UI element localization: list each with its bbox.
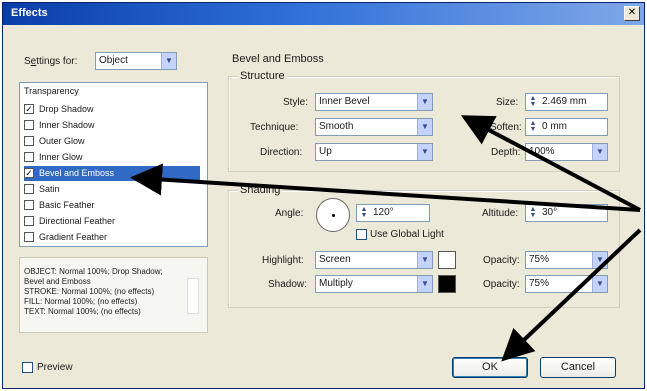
preview-checkbox[interactable] — [22, 362, 33, 373]
summary-line: STROKE: Normal 100%; (no effects) — [24, 287, 155, 296]
soften-field[interactable]: ▲ ▼ 0 mm — [525, 118, 608, 136]
settings-for-dropdown[interactable]: Object ▼ — [95, 52, 177, 70]
list-item[interactable]: Gradient Feather — [24, 230, 200, 245]
summary-line: TEXT: Normal 100%; (no effects) — [24, 307, 141, 316]
chevron-down-icon: ▼ — [161, 53, 176, 69]
technique-label: Technique: — [250, 122, 299, 133]
altitude-label: Altitude: — [482, 208, 519, 219]
close-icon: ✕ — [627, 7, 637, 18]
angle-dial-center — [332, 214, 335, 217]
style-label: Style: — [283, 97, 309, 108]
effect-label: Directional Feather — [39, 216, 116, 226]
effect-checkbox[interactable] — [24, 184, 34, 194]
effect-label: Drop Shadow — [39, 104, 94, 114]
effect-checkbox[interactable] — [24, 120, 34, 130]
effects-summary: OBJECT: Normal 100%; Drop Shadow; Bevel … — [19, 257, 208, 333]
summary-line: FILL: Normal 100%; (no effects) — [24, 297, 138, 306]
altitude-field[interactable]: ▲ ▼ 30° — [525, 204, 608, 222]
effect-checkbox[interactable]: ✓ — [24, 168, 34, 178]
spinner-icon[interactable]: ▲ ▼ — [359, 206, 369, 219]
shadow-color-swatch[interactable] — [438, 275, 456, 293]
effect-checkbox[interactable] — [24, 136, 34, 146]
list-item[interactable]: Inner Shadow — [24, 118, 200, 133]
shadow-label: Shadow: — [268, 279, 307, 290]
highlight-label: Highlight: — [262, 255, 304, 266]
depth-label: Depth: — [491, 147, 521, 158]
angle-dial[interactable] — [316, 198, 350, 232]
use-global-light-checkbox[interactable] — [356, 229, 367, 240]
close-button[interactable]: ✕ — [624, 6, 640, 21]
size-field[interactable]: ▲ ▼ 2.469 mm — [525, 93, 608, 111]
summary-line: Bevel and Emboss — [24, 277, 91, 286]
style-dropdown[interactable]: Inner Bevel ▼ — [315, 93, 433, 111]
use-global-light-label: Use Global Light — [370, 229, 444, 240]
chevron-down-icon: ▼ — [417, 276, 432, 292]
chevron-down-icon: ▼ — [417, 119, 432, 135]
panel-title: Bevel and Emboss — [232, 53, 324, 65]
chevron-down-icon: ▼ — [417, 252, 432, 268]
shading-title: Shading — [238, 184, 283, 196]
size-label: Size: — [496, 97, 519, 108]
list-item[interactable]: Inner Glow — [24, 150, 200, 165]
summary-line: OBJECT: Normal 100%; Drop Shadow; — [24, 267, 163, 276]
chevron-down-icon: ▼ — [592, 276, 607, 292]
spinner-icon[interactable]: ▲ ▼ — [528, 120, 538, 133]
effect-label: Basic Feather — [39, 200, 95, 210]
list-item[interactable]: Basic Feather — [24, 198, 200, 213]
spinner-icon[interactable]: ▲ ▼ — [528, 95, 538, 108]
effect-label: Inner Glow — [39, 152, 83, 162]
effect-checkbox[interactable] — [24, 152, 34, 162]
effect-checkbox[interactable]: ✓ — [24, 104, 34, 114]
preview-label: Preview — [37, 362, 73, 373]
direction-dropdown[interactable]: Up ▼ — [315, 143, 433, 161]
cancel-button[interactable]: Cancel — [540, 357, 616, 378]
ok-button[interactable]: OK — [452, 357, 528, 378]
settings-for-label: Settings for: — [24, 56, 78, 67]
highlight-opacity-label: Opacity: — [483, 255, 520, 266]
list-item-transparency[interactable]: Transparency — [24, 86, 79, 96]
spinner-icon[interactable]: ▲ ▼ — [528, 206, 538, 219]
chevron-down-icon: ▼ — [592, 144, 607, 160]
angle-label: Angle: — [275, 208, 304, 219]
effect-label: Inner Shadow — [39, 120, 95, 130]
list-item[interactable]: ✓ Bevel and Emboss — [24, 166, 200, 181]
list-item[interactable]: ✓ Drop Shadow — [24, 102, 200, 117]
highlight-color-swatch[interactable] — [438, 251, 456, 269]
effect-checkbox[interactable] — [24, 216, 34, 226]
effect-label: Bevel and Emboss — [39, 168, 115, 178]
chevron-down-icon: ▼ — [592, 252, 607, 268]
soften-label: Soften: — [490, 122, 522, 133]
effect-label: Satin — [39, 184, 60, 194]
effect-label: Gradient Feather — [39, 232, 108, 242]
technique-dropdown[interactable]: Smooth ▼ — [315, 118, 433, 136]
title-bar[interactable]: Effects ✕ — [3, 3, 644, 25]
effect-checkbox[interactable] — [24, 232, 34, 242]
angle-field[interactable]: ▲ ▼ 120° — [356, 204, 430, 222]
list-item[interactable]: Outer Glow — [24, 134, 200, 149]
chevron-down-icon: ▼ — [417, 144, 432, 160]
list-item[interactable]: Satin — [24, 182, 200, 197]
highlight-opacity-field[interactable]: 75% ▼ — [525, 251, 608, 269]
summary-scroll-area — [187, 278, 199, 314]
shadow-mode-dropdown[interactable]: Multiply ▼ — [315, 275, 433, 293]
effect-label: Outer Glow — [39, 136, 85, 146]
list-item[interactable]: Directional Feather — [24, 214, 200, 229]
depth-field[interactable]: 100% ▼ — [525, 143, 608, 161]
chevron-down-icon: ▼ — [417, 94, 432, 110]
effect-checkbox[interactable] — [24, 200, 34, 210]
shadow-opacity-label: Opacity: — [483, 279, 520, 290]
direction-label: Direction: — [260, 147, 303, 158]
effects-list: Transparency ✓ Drop Shadow Inner Shadow Out… — [19, 82, 208, 247]
structure-title: Structure — [238, 70, 287, 82]
shadow-opacity-field[interactable]: 75% ▼ — [525, 275, 608, 293]
window-title: Effects — [11, 7, 48, 19]
highlight-mode-dropdown[interactable]: Screen ▼ — [315, 251, 433, 269]
